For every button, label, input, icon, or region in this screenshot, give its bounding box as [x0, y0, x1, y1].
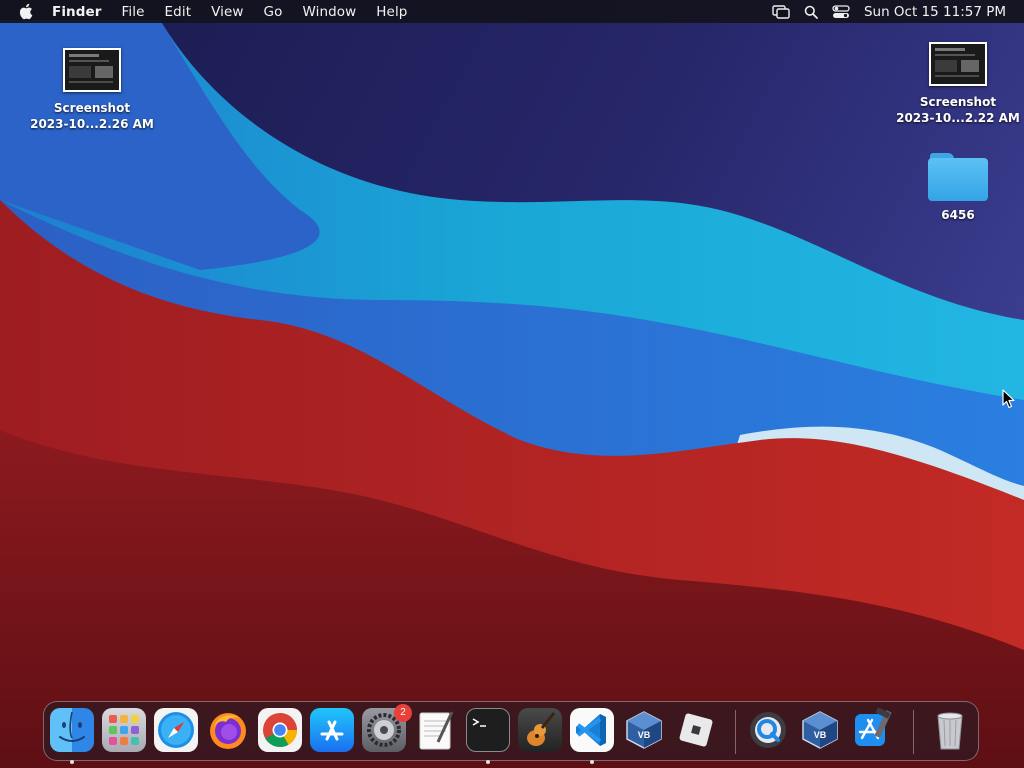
safari-icon	[154, 708, 198, 752]
menu-bar: Finder File Edit View Go Window Help Sun…	[0, 0, 1024, 23]
dock-item-garageband[interactable]	[518, 708, 562, 752]
menu-window[interactable]: Window	[302, 4, 356, 20]
xcode-icon	[850, 708, 894, 752]
app-store-icon	[310, 708, 354, 752]
running-indicator	[590, 760, 594, 764]
folder-icon	[928, 151, 988, 201]
trash-icon	[928, 708, 972, 752]
menu-app-finder[interactable]: Finder	[52, 4, 102, 20]
dock-item-chrome[interactable]	[258, 708, 302, 752]
chrome-icon	[258, 708, 302, 752]
virtualbox-icon: VB	[798, 708, 842, 752]
dock-item-xcode[interactable]	[850, 708, 894, 752]
desktop-item-screenshot-2[interactable]: Screenshot 2023-10...2.22 AM	[893, 42, 1023, 126]
menu-help[interactable]: Help	[376, 4, 407, 20]
dock-item-app-store[interactable]	[310, 708, 354, 752]
dock-item-safari[interactable]	[154, 708, 198, 752]
svg-text:VB: VB	[638, 730, 651, 740]
running-indicator	[70, 760, 74, 764]
quicktime-icon	[746, 708, 790, 752]
dock-item-virtualbox-2[interactable]: VB	[798, 708, 842, 752]
vscode-icon	[570, 708, 614, 752]
desktop-item-sublabel: 2023-10...2.22 AM	[896, 111, 1020, 125]
screenshot-thumbnail-icon	[63, 48, 121, 92]
notification-badge: 2	[394, 704, 412, 722]
dock: 2 VB VB	[43, 701, 979, 764]
desktop-item-sublabel: 2023-10...2.26 AM	[30, 117, 154, 131]
desktop-item-label: Screenshot	[53, 101, 131, 115]
finder-icon	[50, 708, 94, 752]
desktop-item-label: 6456	[941, 208, 975, 222]
desktop-item-folder[interactable]: 6456	[893, 151, 1023, 223]
dock-item-terminal[interactable]	[466, 708, 510, 764]
launchpad-icon	[102, 708, 146, 752]
menu-bar-clock[interactable]: Sun Oct 15 11:57 PM	[864, 4, 1006, 20]
running-indicator	[486, 760, 490, 764]
dock-item-system-settings[interactable]: 2	[362, 704, 412, 752]
roblox-icon	[674, 708, 718, 752]
menu-edit[interactable]: Edit	[165, 4, 192, 20]
dock-item-vscode[interactable]	[570, 708, 614, 764]
menu-go[interactable]: Go	[264, 4, 283, 20]
dock-item-launchpad[interactable]	[102, 708, 146, 752]
mouse-cursor-icon	[1002, 389, 1015, 409]
dock-item-firefox[interactable]	[206, 708, 250, 752]
terminal-icon	[466, 708, 510, 752]
virtualbox-icon: VB	[622, 708, 666, 752]
dock-item-roblox[interactable]	[674, 708, 718, 752]
screen-mirroring-icon[interactable]	[772, 4, 790, 19]
dock-item-trash[interactable]	[928, 708, 972, 752]
dock-item-textedit[interactable]	[414, 708, 458, 752]
menu-file[interactable]: File	[122, 4, 145, 20]
dock-separator	[735, 710, 736, 754]
firefox-icon	[206, 708, 250, 752]
dock-separator	[913, 710, 914, 754]
menu-bar-status-area: Sun Oct 15 11:57 PM	[772, 0, 1024, 23]
control-center-icon[interactable]	[832, 4, 850, 19]
dock-item-finder[interactable]	[50, 708, 94, 764]
svg-text:VB: VB	[814, 730, 827, 740]
desktop-item-label: Screenshot	[919, 95, 997, 109]
desktop-item-screenshot-1[interactable]: Screenshot 2023-10...2.26 AM	[27, 48, 157, 132]
spotlight-search-icon[interactable]	[804, 5, 818, 19]
garageband-icon	[518, 708, 562, 752]
dock-item-quicktime[interactable]	[746, 708, 790, 752]
dock-item-virtualbox[interactable]: VB	[622, 708, 666, 752]
screenshot-thumbnail-icon	[929, 42, 987, 86]
menu-view[interactable]: View	[211, 4, 243, 20]
apple-menu-icon[interactable]	[18, 3, 34, 20]
textedit-icon	[414, 708, 458, 752]
